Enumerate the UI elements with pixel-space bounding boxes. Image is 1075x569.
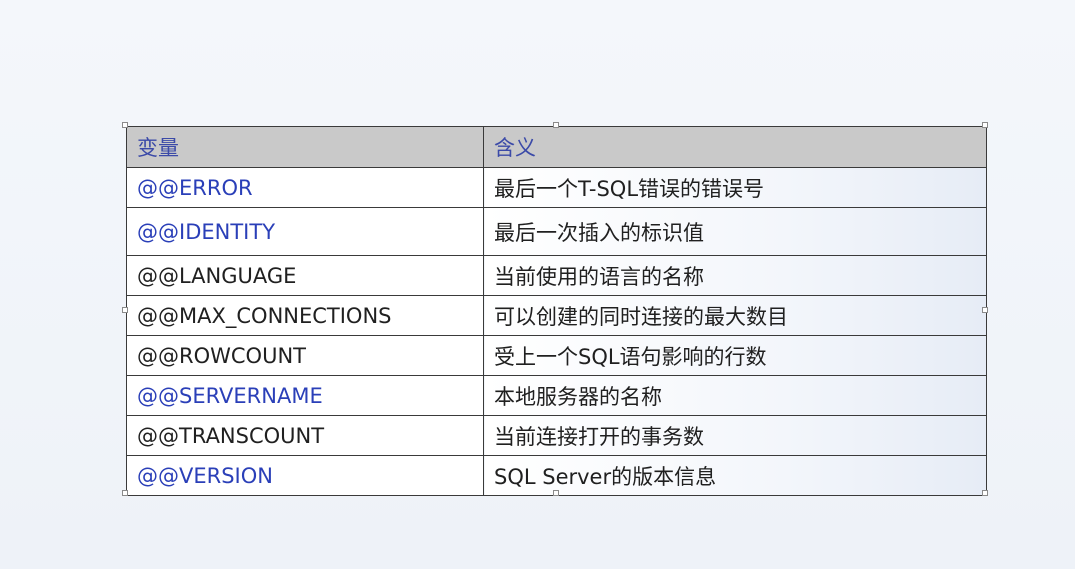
resize-handle-bottom[interactable] — [553, 490, 559, 496]
resize-handle-top-left[interactable] — [122, 122, 128, 128]
global-variables-table: 变量 含义 @@ERROR 最后一个T-SQL错误的错误号 @@IDENTITY… — [126, 126, 987, 496]
variable-cell: @@TRANSCOUNT — [126, 415, 484, 456]
meaning-cell: 当前使用的语言的名称 — [483, 255, 987, 296]
table-row: @@SERVERNAME 本地服务器的名称 — [126, 375, 987, 416]
table-row: @@TRANSCOUNT 当前连接打开的事务数 — [126, 415, 987, 456]
variable-cell: @@MAX_CONNECTIONS — [126, 295, 484, 336]
table-row: @@ERROR 最后一个T-SQL错误的错误号 — [126, 167, 987, 208]
table-row: @@IDENTITY 最后一次插入的标识值 — [126, 207, 987, 256]
table-header-row: 变量 含义 — [126, 126, 987, 168]
table-row: @@LANGUAGE 当前使用的语言的名称 — [126, 255, 987, 296]
resize-handle-left[interactable] — [122, 307, 128, 313]
resize-handle-bottom-left[interactable] — [122, 490, 128, 496]
resize-handle-right[interactable] — [982, 307, 988, 313]
table-row: @@MAX_CONNECTIONS 可以创建的同时连接的最大数目 — [126, 295, 987, 336]
resize-handle-bottom-right[interactable] — [982, 490, 988, 496]
header-variable: 变量 — [126, 126, 484, 168]
variable-cell: @@ERROR — [126, 167, 484, 208]
variable-cell: @@VERSION — [126, 455, 484, 496]
variable-cell: @@IDENTITY — [126, 207, 484, 256]
meaning-cell: 最后一个T-SQL错误的错误号 — [483, 167, 987, 208]
table-frame[interactable]: 变量 含义 @@ERROR 最后一个T-SQL错误的错误号 @@IDENTITY… — [122, 122, 988, 496]
variable-cell: @@ROWCOUNT — [126, 335, 484, 376]
table-row: @@ROWCOUNT 受上一个SQL语句影响的行数 — [126, 335, 987, 376]
meaning-cell: 本地服务器的名称 — [483, 375, 987, 416]
meaning-cell: 受上一个SQL语句影响的行数 — [483, 335, 987, 376]
variable-cell: @@LANGUAGE — [126, 255, 484, 296]
meaning-cell: 可以创建的同时连接的最大数目 — [483, 295, 987, 336]
meaning-cell: 最后一次插入的标识值 — [483, 207, 987, 256]
resize-handle-top-right[interactable] — [982, 122, 988, 128]
meaning-cell: 当前连接打开的事务数 — [483, 415, 987, 456]
variable-cell: @@SERVERNAME — [126, 375, 484, 416]
header-meaning: 含义 — [483, 126, 987, 168]
resize-handle-top[interactable] — [553, 122, 559, 128]
